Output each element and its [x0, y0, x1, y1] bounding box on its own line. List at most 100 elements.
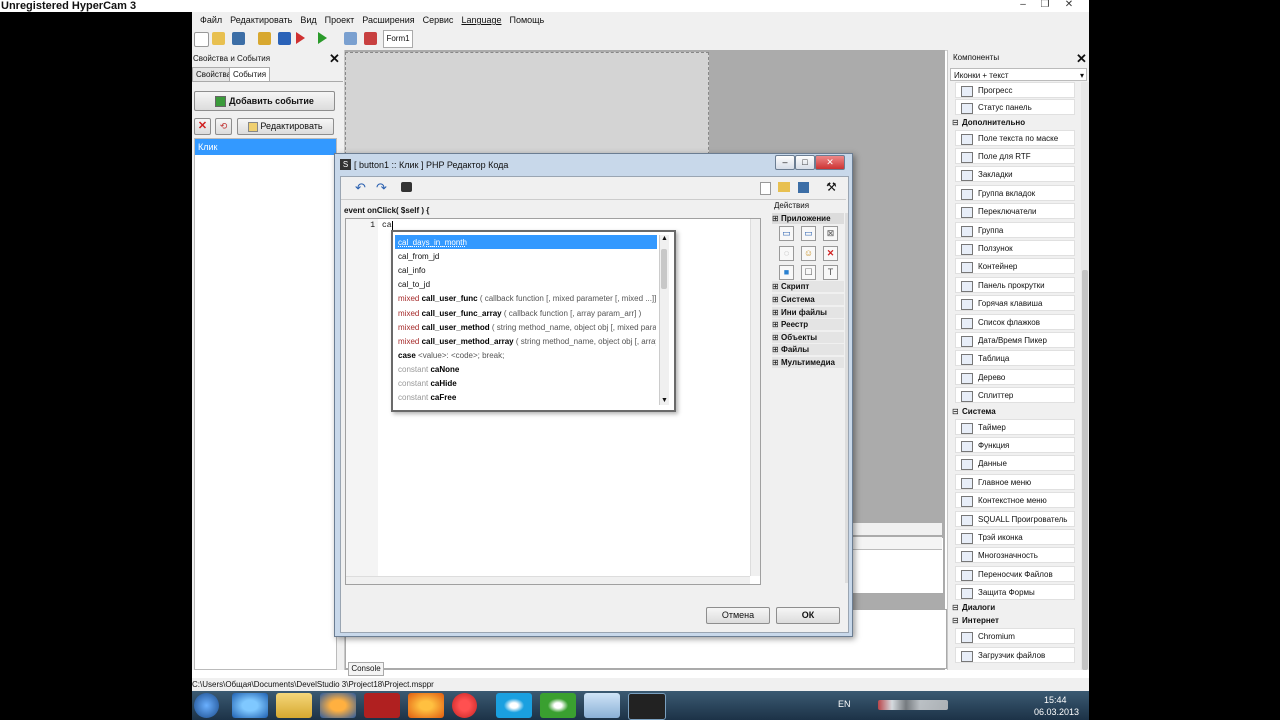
cancel-button[interactable]: Отмена — [706, 607, 770, 624]
undo-icon[interactable]: ↶ — [355, 180, 366, 196]
component-status-panel[interactable]: Статус панель — [955, 99, 1075, 115]
clock-time[interactable]: 15:44 — [1044, 695, 1067, 705]
component-main-menu[interactable]: Главное меню — [955, 474, 1075, 490]
close-icon[interactable]: ✕ — [1076, 52, 1087, 65]
group-multimedia[interactable]: Мультимедиа — [772, 357, 844, 368]
window-icon[interactable]: ▭ — [779, 226, 794, 241]
component-tree[interactable]: Дерево — [955, 369, 1075, 385]
component-datetime[interactable]: Дата/Время Пикер — [955, 332, 1075, 348]
component-context-menu[interactable]: Контекстное меню — [955, 492, 1075, 508]
skype-icon[interactable] — [496, 693, 532, 718]
text-box-icon[interactable]: ☐ — [801, 265, 816, 280]
component-progress[interactable]: Прогресс — [955, 82, 1075, 98]
component-file-mover[interactable]: Переносчик Файлов — [955, 566, 1075, 582]
group-system[interactable]: Система — [772, 294, 844, 305]
component-rtf[interactable]: Поле для RTF — [955, 148, 1075, 164]
form-icon[interactable]: ▭ — [801, 226, 816, 241]
open-folder-icon[interactable] — [212, 32, 225, 45]
autocomplete-item[interactable]: cal_to_jd — [398, 278, 656, 292]
hypercam-icon[interactable] — [452, 693, 477, 718]
redo-icon[interactable]: ↷ — [376, 180, 387, 196]
stop-icon[interactable] — [278, 32, 291, 45]
debug-run-icon[interactable] — [296, 32, 305, 44]
autocomplete-item[interactable]: mixed call_user_method ( string method_n… — [398, 321, 656, 335]
media-player-icon[interactable] — [320, 693, 356, 718]
autocomplete-item[interactable]: mixed call_user_func ( callback function… — [398, 292, 656, 306]
explorer-icon[interactable] — [276, 693, 312, 718]
autocomplete-item[interactable]: cal_info — [398, 264, 656, 278]
save-icon[interactable] — [798, 182, 809, 193]
component-tab-group[interactable]: Группа вкладок — [955, 185, 1075, 201]
component-checklist[interactable]: Список флажков — [955, 314, 1075, 330]
scroll-up-icon[interactable]: ▲ — [661, 235, 668, 242]
bottom-panel-1-dropdown[interactable] — [850, 537, 942, 550]
text-label-icon[interactable]: T — [823, 265, 838, 280]
group-script[interactable]: Скрипт — [772, 281, 844, 292]
delete-event-button[interactable]: ✕ — [194, 118, 211, 135]
autocomplete-scrollbar[interactable]: ▲ ▼ — [659, 235, 669, 405]
utorrent-icon[interactable] — [540, 693, 576, 718]
menu-service[interactable]: Сервис — [423, 12, 454, 28]
window-app-icon[interactable] — [584, 693, 620, 718]
component-container[interactable]: Контейнер — [955, 258, 1075, 274]
category-additional[interactable]: Дополнительно — [952, 116, 1076, 129]
start-button[interactable] — [194, 693, 219, 718]
maximize-button[interactable]: ❐ — [1036, 0, 1054, 12]
run-icon[interactable] — [318, 32, 327, 44]
autocomplete-item[interactable]: constant caNone — [398, 363, 656, 377]
component-table[interactable]: Таблица — [955, 350, 1075, 366]
ie-icon[interactable] — [232, 693, 268, 718]
component-chromium[interactable]: Chromium — [955, 628, 1075, 644]
list-item[interactable]: Клик — [195, 139, 336, 155]
new-file-icon[interactable] — [760, 182, 771, 195]
component-bookmarks[interactable]: Закладки — [955, 166, 1075, 182]
close-icon[interactable]: ✕ — [329, 52, 340, 65]
group-objects[interactable]: Объекты — [772, 332, 844, 343]
ok-button[interactable]: ОК — [776, 607, 840, 624]
menu-view[interactable]: Вид — [300, 12, 316, 28]
build-icon[interactable] — [258, 32, 271, 45]
close-form-icon[interactable]: ⊠ — [823, 226, 838, 241]
autocomplete-item[interactable]: case <value>: <code>; break; — [398, 349, 656, 363]
menu-file[interactable]: Файл — [200, 12, 222, 28]
component-hotkey[interactable]: Горячая клавиша — [955, 295, 1075, 311]
scrollbar-thumb[interactable] — [1082, 270, 1088, 670]
component-splitter[interactable]: Сплиттер — [955, 387, 1075, 403]
open-folder-icon[interactable] — [778, 182, 790, 192]
component-scroll-panel[interactable]: Панель прокрутки — [955, 277, 1075, 293]
group-registry[interactable]: Реестр — [772, 319, 844, 330]
component-form-protection[interactable]: Защита Формы — [955, 584, 1075, 600]
minimize-button[interactable]: – — [1014, 0, 1032, 12]
autocomplete-item[interactable]: cal_from_jd — [398, 250, 656, 264]
component-function[interactable]: Функция — [955, 437, 1075, 453]
vertical-scrollbar[interactable] — [750, 219, 760, 576]
menu-language[interactable]: Language — [461, 12, 501, 28]
component-data[interactable]: Данные — [955, 455, 1075, 471]
component-slider[interactable]: Ползунок — [955, 240, 1075, 256]
autocomplete-item[interactable]: constant caFree — [398, 391, 656, 405]
category-internet[interactable]: Интернет — [952, 614, 1076, 627]
close-red-icon[interactable]: ✕ — [823, 246, 838, 261]
component-multivalue[interactable]: Многозначность — [955, 547, 1075, 563]
autocomplete-item[interactable]: cal_days_in_month — [398, 236, 656, 250]
menu-project[interactable]: Проект — [325, 12, 355, 28]
group-application[interactable]: Приложение — [772, 213, 844, 224]
menu-edit[interactable]: Редактировать — [230, 12, 292, 28]
component-squall-player[interactable]: SQUALL Проигрователь — [955, 511, 1075, 527]
clock-date[interactable]: 06.03.2013 — [1034, 707, 1079, 717]
refresh-event-button[interactable]: ⟲ — [215, 118, 232, 135]
smile-icon[interactable]: ☺ — [801, 246, 816, 261]
horizontal-scrollbar[interactable] — [346, 576, 750, 584]
maximize-button[interactable]: □ — [795, 155, 815, 170]
component-file-downloader[interactable]: Загрузчик файлов — [955, 647, 1075, 663]
new-file-icon[interactable] — [194, 32, 209, 47]
tools-icon[interactable]: ⚒ — [826, 180, 837, 194]
zynga-icon[interactable] — [364, 693, 400, 718]
language-indicator[interactable]: EN — [838, 699, 851, 709]
component-tray-icon[interactable]: Трэй иконка — [955, 529, 1075, 545]
autocomplete-item[interactable]: mixed call_user_method_array ( string me… — [398, 335, 656, 349]
scrollbar-thumb[interactable] — [661, 249, 667, 289]
lightbulb-icon[interactable]: ◌ — [779, 246, 794, 261]
save-icon[interactable] — [232, 32, 245, 45]
component-group[interactable]: Группа — [955, 222, 1075, 238]
